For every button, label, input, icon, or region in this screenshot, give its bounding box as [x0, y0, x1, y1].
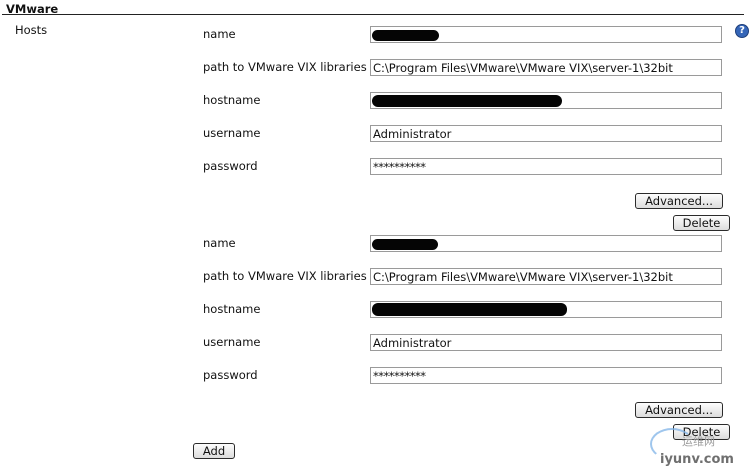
username-label: username: [203, 126, 261, 140]
redaction-mark: [372, 95, 562, 107]
redaction-mark: [372, 303, 567, 316]
redaction-mark: [372, 239, 438, 250]
name-label: name: [203, 236, 236, 250]
username-label: username: [203, 335, 261, 349]
username-field[interactable]: Administrator: [370, 125, 722, 142]
vix-path-field[interactable]: C:\Program Files\VMware\VMware VIX\serve…: [370, 268, 722, 285]
vix-path-label: path to VMware VIX libraries: [203, 60, 367, 74]
password-field[interactable]: **********: [370, 158, 722, 175]
redaction-mark: [372, 30, 439, 41]
advanced-button[interactable]: Advanced...: [635, 402, 723, 418]
section-divider: [2, 14, 744, 15]
name-label: name: [203, 27, 236, 41]
hostname-label: hostname: [203, 93, 261, 107]
password-field[interactable]: **********: [370, 367, 722, 384]
hosts-label: Hosts: [15, 23, 48, 37]
vix-path-field[interactable]: C:\Program Files\VMware\VMware VIX\serve…: [370, 59, 722, 76]
advanced-button[interactable]: Advanced...: [635, 193, 723, 209]
hostname-label: hostname: [203, 302, 261, 316]
watermark-text: 运维网: [682, 435, 715, 448]
help-icon[interactable]: ?: [735, 24, 749, 38]
delete-button[interactable]: Delete: [673, 215, 730, 231]
vix-path-label: path to VMware VIX libraries: [203, 269, 367, 283]
add-button[interactable]: Add: [193, 443, 235, 459]
vmware-config-page: VMware Hosts ? name path to VMware VIX l…: [0, 0, 756, 473]
username-field[interactable]: Administrator: [370, 334, 722, 351]
password-label: password: [203, 368, 258, 382]
watermark-url: iyunv.com: [660, 452, 734, 467]
password-label: password: [203, 159, 258, 173]
